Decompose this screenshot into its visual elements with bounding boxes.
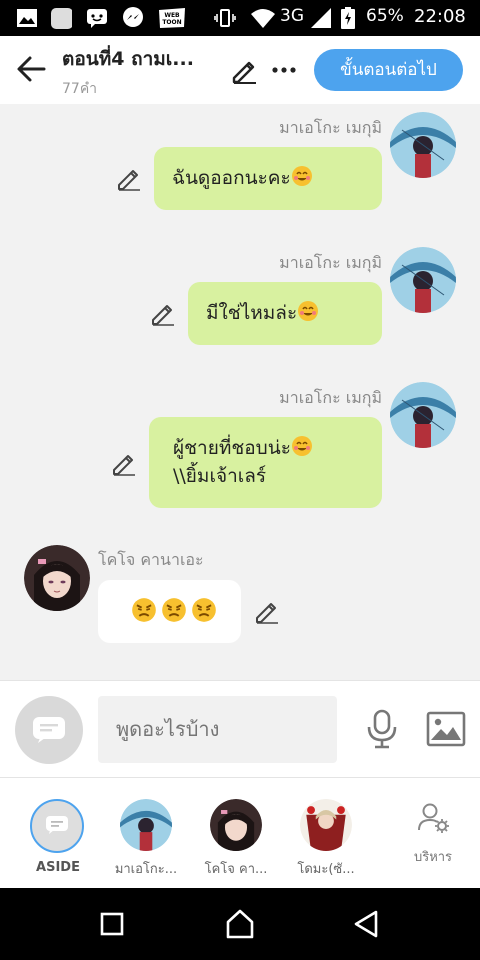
- edit-message-icon[interactable]: [111, 450, 137, 476]
- sender-name: มาเอโกะ เมกุมิ: [279, 118, 382, 137]
- manage-characters-icon[interactable]: [418, 802, 450, 834]
- editor-header: ตอนที่4 ถามเ... 77คำ ขั้นตอนต่อไป: [0, 36, 480, 104]
- gallery-icon: [17, 9, 37, 27]
- message-text: มีใช่ไหมล่ะ: [206, 302, 298, 324]
- character-label: มาเอโกะ...: [114, 862, 178, 877]
- avatar-kanae[interactable]: [24, 545, 90, 611]
- character-label: โคโจ คา...: [204, 862, 268, 877]
- chat-bubble-icon: [46, 816, 68, 834]
- aside-toggle-button[interactable]: [15, 696, 83, 764]
- avatar-megumi[interactable]: [390, 247, 456, 313]
- message-text-line1: ผู้ชายที่ชอบน่ะ: [173, 437, 291, 459]
- sender-name: มาเอโกะ เมกุมิ: [279, 388, 382, 407]
- messenger-icon: [123, 7, 143, 27]
- message-bubble[interactable]: [98, 580, 241, 643]
- episode-title: ตอนที่4 ถามเ...: [62, 48, 194, 70]
- next-step-button[interactable]: ขั้นตอนต่อไป: [314, 49, 463, 91]
- clock: 22:08: [414, 6, 466, 27]
- angry-face-emoji: [192, 598, 216, 622]
- avatar-doma: [300, 799, 352, 851]
- back-arrow-icon[interactable]: [14, 52, 48, 86]
- chat-area: มาเอโกะ เมกุมิ ฉันดูออกนะคะ มาเอโกะ เมกุ…: [0, 104, 480, 680]
- vibrate-icon: [214, 9, 236, 27]
- aside-avatar: [30, 799, 84, 853]
- angry-face-emoji: [162, 598, 186, 622]
- signal-icon: [311, 8, 331, 28]
- character-label: โดมะ(ซั...: [297, 862, 355, 877]
- avatar-megumi[interactable]: [390, 112, 456, 178]
- character-label: ASIDE: [36, 860, 80, 875]
- character-selector: ASIDE มาเอโกะ... โคโจ คา... โดมะ(ซั... บ…: [0, 778, 480, 888]
- smiling-face-emoji: [298, 301, 319, 321]
- angry-face-emoji: [132, 598, 156, 622]
- battery-icon: [341, 7, 355, 29]
- message-text-line2: \\ยิ้มเจ้าเลร์: [173, 465, 267, 487]
- message-bubble[interactable]: มีใช่ไหมล่ะ: [188, 282, 382, 345]
- network-type: 3G: [280, 6, 304, 26]
- character-aside[interactable]: ASIDE: [0, 778, 90, 888]
- app-icon: [51, 8, 72, 29]
- avatar-megumi[interactable]: [390, 382, 456, 448]
- message-composer: [0, 680, 480, 778]
- edit-title-icon[interactable]: [230, 56, 258, 84]
- message-text: ฉันดูออกนะคะ: [172, 167, 291, 189]
- avatar-megumi: [120, 799, 172, 851]
- character-kanae[interactable]: โคโจ คา...: [190, 778, 280, 888]
- character-doma[interactable]: โดมะ(ซั...: [280, 778, 370, 888]
- messenger-chat-icon: [87, 9, 107, 28]
- webtoon-icon: WEBTOON: [159, 8, 185, 28]
- microphone-icon[interactable]: [364, 709, 400, 749]
- edit-message-icon[interactable]: [150, 300, 176, 326]
- smiling-face-emoji: [291, 166, 312, 186]
- status-bar: WEB TOON 3G 65% 22:08: [0, 0, 480, 36]
- message-bubble[interactable]: ผู้ชายที่ชอบน่ะ \\ยิ้มเจ้าเลร์: [149, 417, 382, 508]
- sender-name: มาเอโกะ เมกุมิ: [279, 253, 382, 272]
- wifi-icon: [251, 9, 275, 28]
- manage-label[interactable]: บริหาร: [388, 846, 478, 867]
- edit-message-icon[interactable]: [254, 598, 280, 624]
- smiling-face-emoji: [291, 436, 312, 456]
- more-options-icon[interactable]: [270, 56, 298, 84]
- edit-message-icon[interactable]: [116, 165, 142, 191]
- system-nav-bar: [0, 888, 480, 960]
- avatar-kanae: [210, 799, 262, 851]
- character-megumi[interactable]: มาเอโกะ...: [100, 778, 190, 888]
- home-icon[interactable]: [222, 906, 258, 942]
- svg-text:WEB: WEB: [164, 12, 180, 19]
- sender-name: โคโจ คานาเอะ: [98, 550, 204, 569]
- image-icon[interactable]: [426, 711, 466, 747]
- message-input[interactable]: [98, 696, 337, 763]
- word-count: 77คำ: [62, 81, 98, 97]
- svg-text:TOON: TOON: [162, 19, 181, 26]
- message-bubble[interactable]: ฉันดูออกนะคะ: [154, 147, 382, 210]
- back-icon[interactable]: [348, 906, 384, 942]
- recent-apps-icon[interactable]: [94, 906, 130, 942]
- battery-percent: 65%: [366, 6, 404, 26]
- chat-bubble-icon: [33, 717, 65, 743]
